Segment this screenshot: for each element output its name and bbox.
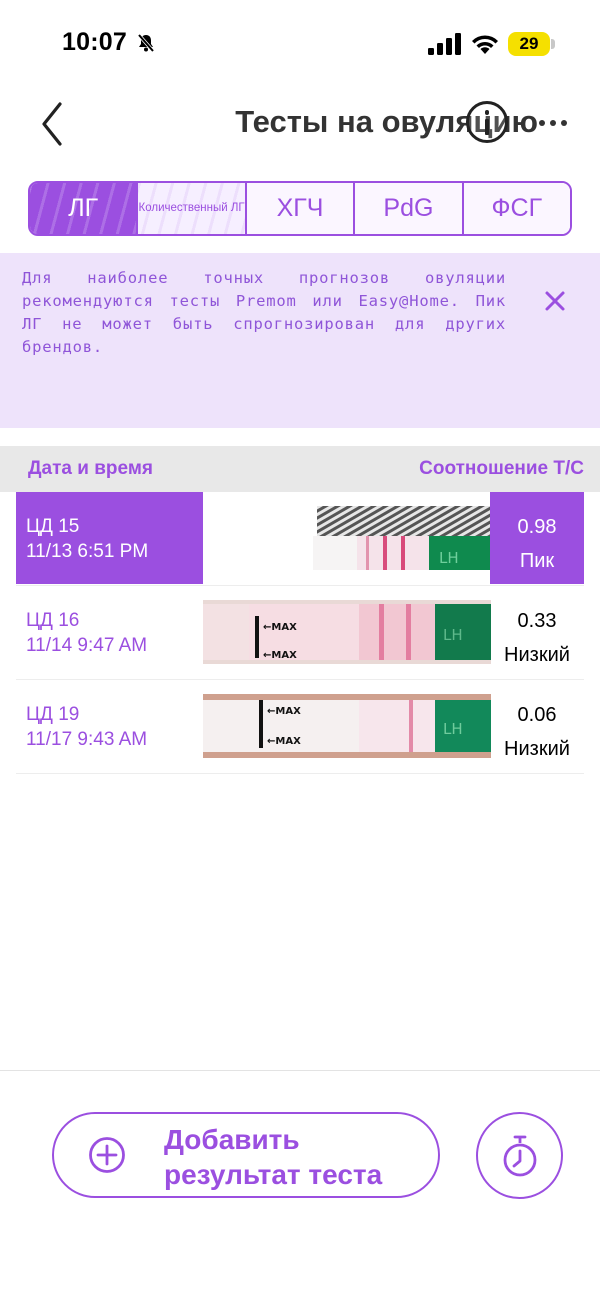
row-ratio: 0.33 Низкий [490,586,584,678]
brand-notice: Для наиболее точных прогнозов овуляции р… [0,253,600,428]
stopwatch-icon [503,1135,537,1177]
status-bar: 10:07 29 [0,0,600,90]
lh-level: Низкий [504,738,570,760]
strip-max-lower: ←MAX [267,736,301,747]
back-button[interactable] [30,98,76,150]
close-icon[interactable] [540,286,570,316]
row-ratio: 0.98 Пик [490,492,584,584]
battery-level: 29 [519,34,539,53]
add-test-result-label: Добавить результат теста [164,1124,383,1190]
info-icon[interactable] [466,101,508,143]
status-time: 10:07 [62,28,127,56]
lh-level: Пик [519,550,555,572]
bell-slash-icon [137,33,155,53]
tc-ratio-value: 0.06 [517,704,557,726]
cycle-day: ЦД 16 [26,610,80,631]
row-date: ЦД 15 11/13 6:51 PM [16,492,203,584]
info-bar [485,119,489,135]
test-strip-image: ←MAX ←MAX LH [203,694,491,758]
strip-max-upper: ←MAX [267,706,301,717]
test-datetime: 11/14 9:47 AM [26,635,148,656]
tab-pdg[interactable]: PdG [353,183,462,234]
tab-fsh[interactable]: ФСГ [461,183,570,234]
strip-max-lower: ←MAX [263,650,297,661]
row-date: ЦД 16 11/14 9:47 AM [16,586,203,678]
svg-text:LH: LH [443,720,463,738]
header-date-time: Дата и время [28,458,153,479]
strip-max-upper: ←MAX [263,622,297,633]
test-row[interactable]: ЦД 16 11/14 9:47 AM ←MAX ←MAX LH 0.33 Ни… [16,586,584,680]
notice-text: Для наиболее точных прогнозов овуляции р… [22,269,506,356]
lh-level: Низкий [504,644,570,666]
row-ratio: 0.06 Низкий [490,680,584,772]
header-tc-ratio: Соотношение T/C [419,458,584,479]
tab-pdg-label: PdG [383,194,434,222]
timer-button[interactable] [476,1112,563,1199]
test-datetime: 11/13 6:51 PM [26,541,149,562]
tab-hcg[interactable]: ХГЧ [244,183,354,234]
test-strip-image: ←MAX ←MAX LH [203,600,491,664]
test-row[interactable]: ЦД 15 11/13 6:51 PM LH 0.98 Пик [16,492,584,586]
test-row[interactable]: ЦД 19 11/17 9:43 AM ←MAX ←MAX LH 0.06 Ни… [16,680,584,774]
signal-icon [428,33,461,55]
tab-quantitative-lh[interactable]: Количественный ЛГ [136,183,246,234]
more-icon[interactable] [538,118,568,128]
wifi-icon [472,35,498,54]
plus-circle-icon [89,1137,125,1173]
tab-lh-label: ЛГ [68,194,99,222]
tab-fsh-label: ФСГ [491,194,543,222]
info-dot [485,110,489,115]
svg-text:LH: LH [439,549,459,567]
cycle-day: ЦД 15 [26,516,80,537]
cycle-day: ЦД 19 [26,704,80,725]
test-strip-image: LH [203,506,491,570]
svg-text:LH: LH [443,626,463,644]
tab-quantitative-lh-label: Количественный ЛГ [138,202,245,214]
test-type-tabs: ЛГ Количественный ЛГ ХГЧ PdG ФСГ [28,181,572,236]
tc-ratio-value: 0.98 [517,516,557,538]
tab-hcg-label: ХГЧ [276,194,324,222]
add-test-result-button[interactable]: Добавить результат теста [52,1112,440,1198]
tab-lh[interactable]: ЛГ [30,183,137,234]
tc-ratio-value: 0.33 [517,610,557,632]
table-header: Дата и время Соотношение T/C [0,446,600,492]
battery-icon: 29 [508,32,550,56]
battery-cap [551,39,555,49]
test-datetime: 11/17 9:43 AM [26,729,148,750]
row-date: ЦД 19 11/17 9:43 AM [16,680,203,772]
bottom-divider [0,1070,600,1071]
